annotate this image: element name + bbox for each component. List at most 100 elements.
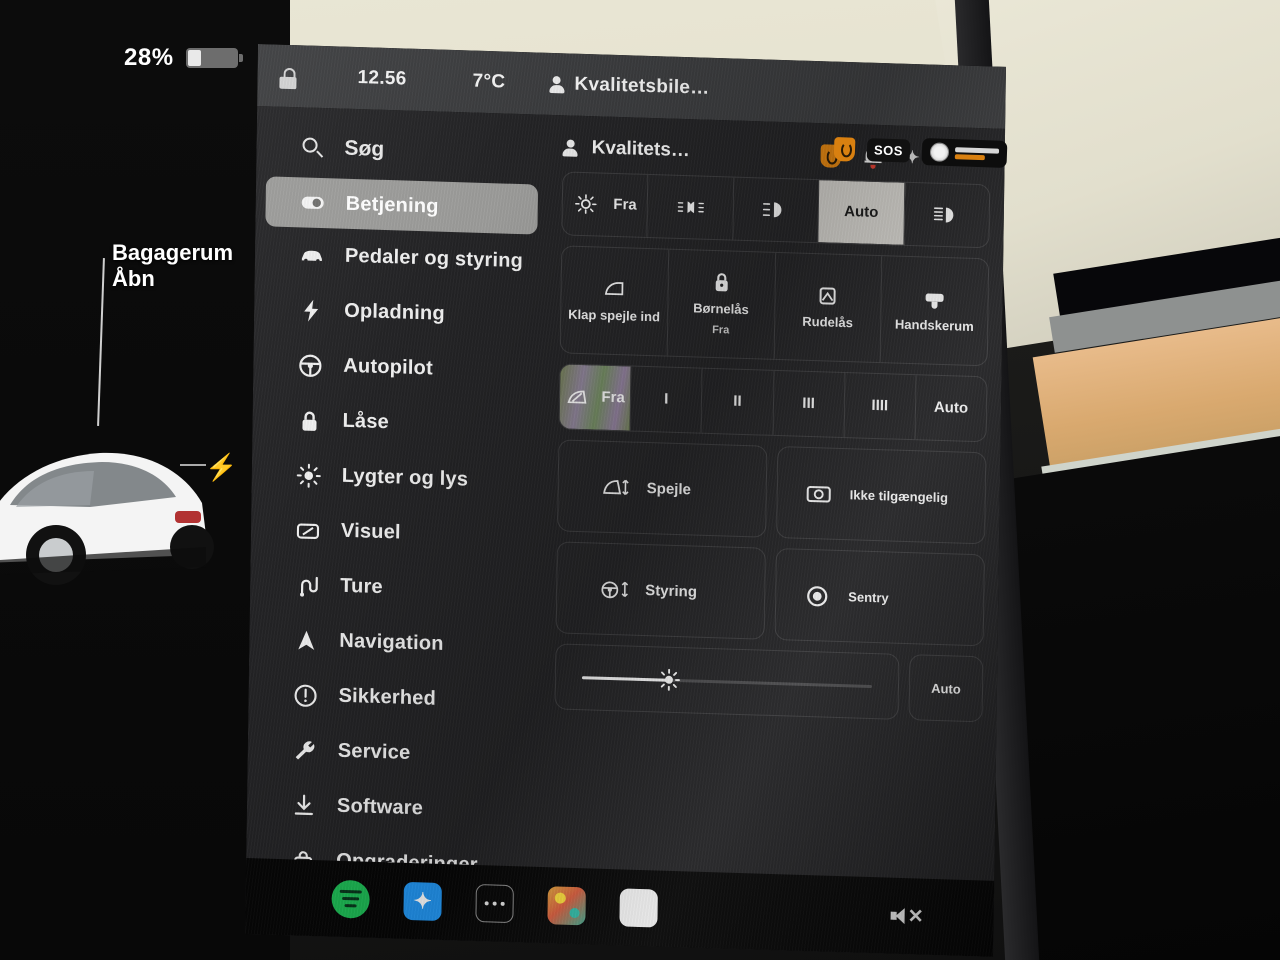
search-field[interactable]: Søg <box>256 116 557 185</box>
sidebar-label: Visuel <box>340 519 401 544</box>
mirror-adjust-icon <box>603 479 629 496</box>
wipers-option-off[interactable]: Fra <box>559 364 632 431</box>
mute-x-glyph: ✕ <box>907 905 924 928</box>
quick-action-label: Børnelås <box>693 300 749 318</box>
unlocked-padlock-icon[interactable] <box>275 63 301 90</box>
car-visualization: Bagagerum Åbn ⚡ Tilføj betal.metode Opla… <box>0 180 280 740</box>
sidebar-item-lygter-og-lys[interactable]: Lygter og lys <box>251 446 552 510</box>
steering-adjust-label: Styring <box>645 581 698 601</box>
low-beam-icon <box>762 202 782 218</box>
wipers-option-auto[interactable]: Auto <box>915 375 986 441</box>
bluetooth-app-icon[interactable]: ✦ <box>403 881 442 921</box>
mirrors-adjust-label: Spejle <box>646 479 692 498</box>
profile-button[interactable]: Kvalitetsbile… <box>549 73 710 100</box>
high-beam-icon <box>933 207 954 223</box>
sidebar-item-pedaler-og-styring[interactable]: Pedaler og styring <box>255 226 556 290</box>
steering-wheel-icon <box>297 352 323 379</box>
search-placeholder: Søg <box>344 136 385 161</box>
sidebar-item-sikkerhed[interactable]: Sikkerhed <box>248 666 549 730</box>
battery-indicator: 28% <box>124 44 243 72</box>
sentry-tile[interactable]: Sentry <box>774 548 985 647</box>
sidebar-item-visuel[interactable]: Visuel <box>251 501 552 565</box>
download-icon <box>291 792 317 819</box>
wipers-option-label: Fra <box>601 388 625 406</box>
lights-option-label: Auto <box>844 202 879 221</box>
mirror-fold-icon <box>604 282 624 296</box>
wipers-option-label: II <box>733 392 742 410</box>
award-text-lines <box>954 146 1000 161</box>
sun-off-icon <box>574 194 597 214</box>
parking-lights-icon <box>677 201 704 214</box>
sidebar-label: Opladning <box>344 299 446 325</box>
quick-action-label: Klap spejle ind <box>568 306 661 325</box>
camera-tile[interactable]: Ikke tilgængelig <box>776 446 987 545</box>
person-icon <box>562 138 578 157</box>
settings-sidebar: Søg Betjening Pedaler og styring Opladni… <box>245 106 557 943</box>
battery-icon <box>185 48 243 68</box>
child-lock-icon <box>715 273 728 292</box>
search-icon <box>302 137 324 158</box>
wipers-option-3[interactable]: III <box>773 370 846 438</box>
media-app-icon[interactable] <box>547 886 586 926</box>
speaker-shape <box>890 907 907 925</box>
lights-option-off[interactable]: Fra <box>562 172 649 237</box>
wipers-option-label: Auto <box>933 398 969 417</box>
battery-percent-label: 28% <box>124 44 174 71</box>
spotify-app-icon[interactable] <box>331 879 370 919</box>
toggle-switch-icon <box>300 189 326 216</box>
sidebar-item-opladning[interactable]: Opladning <box>254 281 555 345</box>
quick-actions-group: Klap spejle ind Børnelås Fra Rudelås Han… <box>559 245 990 367</box>
sidebar-item-navigation[interactable]: Navigation <box>249 611 550 675</box>
brightness-auto-button[interactable]: Auto <box>908 654 984 723</box>
sidebar-item-autopilot[interactable]: Autopilot <box>253 336 554 400</box>
trunk-callout-line1: Bagagerum <box>112 240 234 265</box>
quick-action-child-lock[interactable]: Børnelås Fra <box>667 249 776 359</box>
sidebar-label: Låse <box>342 409 390 434</box>
charge-port-line <box>180 464 206 466</box>
card-app-icon[interactable] <box>619 888 658 928</box>
trunk-callout-label[interactable]: Bagagerum Åbn <box>112 240 233 292</box>
sentry-mode-icon <box>807 586 828 607</box>
wipers-option-1[interactable]: I <box>630 366 703 433</box>
sidebar-label: Ture <box>340 574 384 599</box>
brightness-track[interactable] <box>581 668 872 691</box>
sidebar-label: Software <box>336 794 424 820</box>
sidebar-item-ture[interactable]: Ture <box>250 556 551 620</box>
steering-adjust-tile[interactable]: Styring <box>555 541 766 640</box>
sun-icon <box>296 462 322 489</box>
quick-action-mirror-fold[interactable]: Klap spejle ind <box>560 246 669 356</box>
lights-option-parking[interactable] <box>647 174 735 240</box>
more-apps-icon[interactable] <box>475 884 514 924</box>
sidebar-item-service[interactable]: Service <box>247 721 548 785</box>
lights-option-auto[interactable]: Auto <box>818 180 905 245</box>
display-icon <box>295 517 321 544</box>
sidebar-item-betjening[interactable]: Betjening <box>265 176 539 235</box>
brightness-slider[interactable] <box>554 643 900 720</box>
settings-content: Kvalitets… ✦ LTE <box>545 115 1005 957</box>
lights-option-label: Fra <box>613 195 637 214</box>
wiper-icon <box>567 390 587 404</box>
wipers-option-2[interactable]: II <box>701 368 775 435</box>
navigation-arrow-icon <box>293 627 319 654</box>
brightness-fill <box>581 675 669 682</box>
speaker-mute-icon[interactable]: ✕ <box>890 904 924 928</box>
lights-option-highbeam[interactable] <box>904 183 989 248</box>
sidebar-item-software[interactable]: Software <box>247 776 548 840</box>
brightness-sun-icon[interactable] <box>657 667 681 692</box>
quick-action-window-lock[interactable]: Rudelås <box>774 252 883 363</box>
clock-label: 12.56 <box>357 67 407 90</box>
warning-circle-icon <box>292 682 318 709</box>
award-badge <box>921 138 1008 169</box>
adjust-tiles-left-column: Spejle Styring <box>555 439 768 640</box>
wipers-option-4[interactable]: IIII <box>844 373 917 440</box>
sos-badge[interactable]: SOS <box>866 138 911 163</box>
quick-action-glovebox[interactable]: Handskerum <box>881 256 988 365</box>
wipers-option-label: III <box>802 394 816 412</box>
lights-option-lowbeam[interactable] <box>733 177 820 243</box>
mirrors-adjust-tile[interactable]: Spejle <box>557 439 768 538</box>
award-seal-icon <box>929 142 950 162</box>
sidebar-item-lase[interactable]: Låse <box>252 391 553 455</box>
adjust-tiles-right-column: Ikke tilgængelig Sentry <box>774 446 987 647</box>
camera-icon <box>806 486 831 503</box>
car-icon <box>299 242 325 269</box>
